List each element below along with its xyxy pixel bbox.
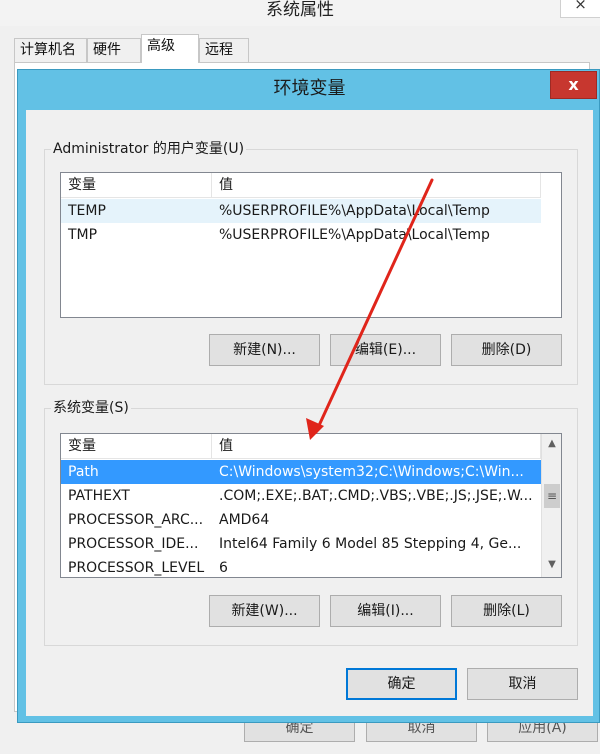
variable-value: 6 xyxy=(219,560,228,576)
table-row-selected[interactable]: Path C:\Windows\system32;C:\Windows;C:\W… xyxy=(61,460,541,484)
column-header-variable[interactable]: 变量 xyxy=(61,434,212,459)
system-properties-title: 系统属性 xyxy=(266,0,334,20)
column-header-value[interactable]: 值 xyxy=(212,434,541,459)
table-row[interactable]: PROCESSOR_IDE... Intel64 Family 6 Model … xyxy=(61,532,541,556)
table-row[interactable]: PATHEXT .COM;.EXE;.BAT;.CMD;.VBS;.VBE;.J… xyxy=(61,484,541,508)
user-variables-header: 变量 值 xyxy=(61,173,541,198)
system-variables-header: 变量 值 xyxy=(61,434,541,459)
variable-value: Intel64 Family 6 Model 85 Stepping 4, Ge… xyxy=(219,536,522,552)
tab-advanced[interactable]: 高级 xyxy=(141,34,199,63)
system-properties-close-button[interactable]: × xyxy=(560,0,600,18)
variable-value: %USERPROFILE%\AppData\Local\Temp xyxy=(219,203,490,219)
system-properties-titlebar: 系统属性 × xyxy=(0,0,600,26)
system-delete-button[interactable]: 删除(L) xyxy=(451,595,562,627)
variable-name: Path xyxy=(68,464,99,480)
scroll-thumb[interactable]: ≡ xyxy=(544,484,560,508)
tab-computer-name[interactable]: 计算机名 xyxy=(14,38,87,62)
table-row[interactable]: PROCESSOR_ARC... AMD64 xyxy=(61,508,541,532)
variable-name: PROCESSOR_ARC... xyxy=(68,512,204,528)
dialog-title: 环境变量 xyxy=(273,78,346,99)
variable-value: .COM;.EXE;.BAT;.CMD;.VBS;.VBE;.JS;.JSE;.… xyxy=(219,488,533,504)
environment-variables-dialog: 环境变量 x Administrator 的用户变量(U) 变量 值 TEMP … xyxy=(17,69,600,723)
column-header-variable[interactable]: 变量 xyxy=(61,173,212,198)
variable-name: PROCESSOR_IDE... xyxy=(68,536,199,552)
system-variables-label: 系统变量(S) xyxy=(51,399,131,417)
variable-name: TEMP xyxy=(68,203,106,219)
system-variables-group: 系统变量(S) 变量 值 Path C:\Windows\system32;C:… xyxy=(44,399,578,646)
table-row[interactable]: TEMP %USERPROFILE%\AppData\Local\Temp xyxy=(61,199,541,223)
user-new-button[interactable]: 新建(N)... xyxy=(209,334,320,366)
variable-value: %USERPROFILE%\AppData\Local\Temp xyxy=(219,227,490,243)
tab-remote[interactable]: 远程 xyxy=(199,38,249,62)
variable-value: C:\Windows\system32;C:\Windows;C:\Win... xyxy=(219,464,524,480)
tab-hardware[interactable]: 硬件 xyxy=(87,38,141,62)
system-edit-button[interactable]: 编辑(I)... xyxy=(330,595,441,627)
column-header-value[interactable]: 值 xyxy=(212,173,541,198)
system-new-button[interactable]: 新建(W)... xyxy=(209,595,320,627)
system-variables-list[interactable]: 变量 值 Path C:\Windows\system32;C:\Windows… xyxy=(60,433,562,578)
dialog-body: Administrator 的用户变量(U) 变量 值 TEMP %USERPR… xyxy=(26,110,593,716)
user-variables-label: Administrator 的用户变量(U) xyxy=(51,140,247,158)
variable-name: PATHEXT xyxy=(68,488,130,504)
system-variables-scrollbar[interactable]: ▲ ≡ ▼ xyxy=(541,434,561,577)
table-row[interactable]: PROCESSOR_LEVEL 6 xyxy=(61,556,541,577)
dialog-cancel-button[interactable]: 取消 xyxy=(467,668,578,700)
user-variables-group: Administrator 的用户变量(U) 变量 值 TEMP %USERPR… xyxy=(44,140,578,385)
variable-value: AMD64 xyxy=(219,512,270,528)
user-delete-button[interactable]: 删除(D) xyxy=(451,334,562,366)
table-row[interactable]: TMP %USERPROFILE%\AppData\Local\Temp xyxy=(61,223,541,247)
dialog-close-button[interactable]: x xyxy=(550,71,597,99)
scroll-up-icon[interactable]: ▲ xyxy=(542,434,561,454)
scroll-down-icon[interactable]: ▼ xyxy=(542,555,561,575)
user-variables-list[interactable]: 变量 值 TEMP %USERPROFILE%\AppData\Local\Te… xyxy=(60,172,562,318)
variable-name: PROCESSOR_LEVEL xyxy=(68,560,205,576)
variable-name: TMP xyxy=(68,227,98,243)
dialog-ok-button[interactable]: 确定 xyxy=(346,668,457,700)
user-edit-button[interactable]: 编辑(E)... xyxy=(330,334,441,366)
